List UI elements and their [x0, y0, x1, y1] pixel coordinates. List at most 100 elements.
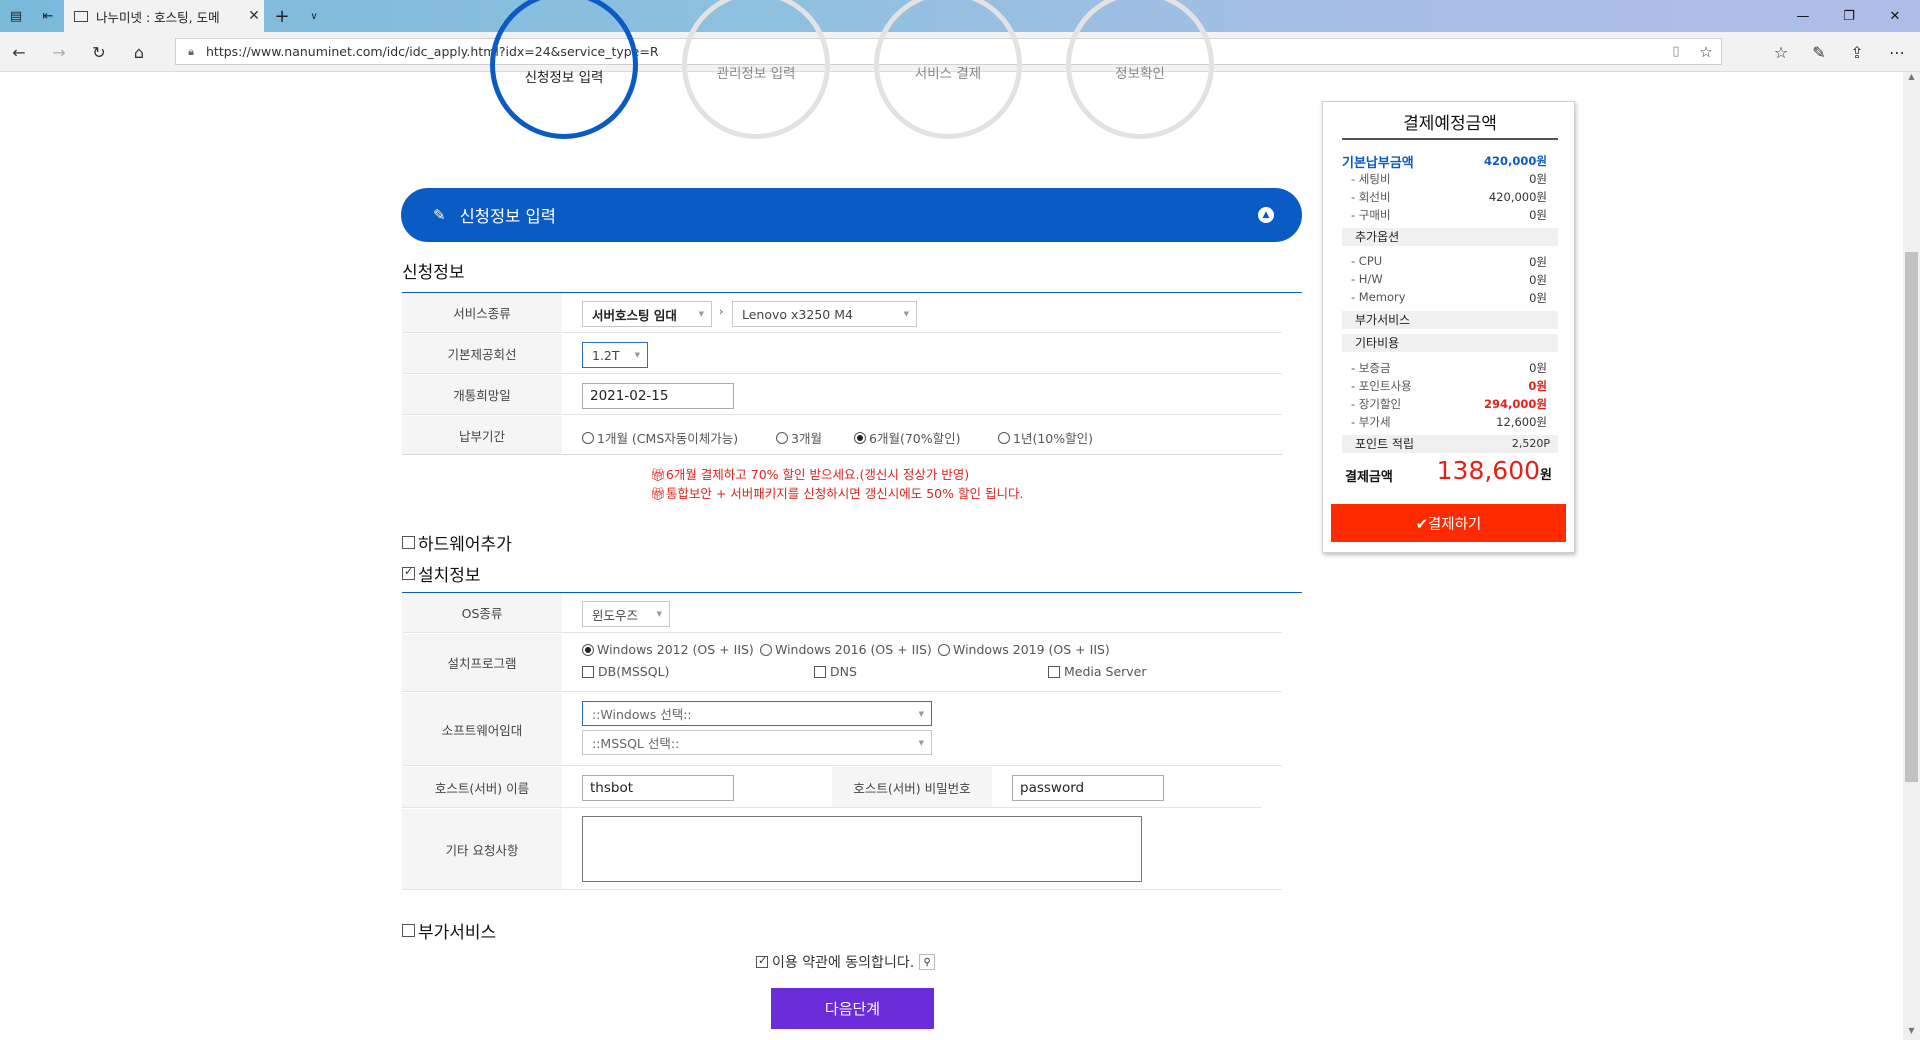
more-icon[interactable]: ⋯	[1886, 42, 1908, 62]
browser-tab[interactable]: 나누미넷 : 호스팅, 도메 ✕	[64, 0, 264, 32]
vat-label: - 부가세	[1351, 415, 1391, 429]
points-value: 2,520P	[1511, 437, 1550, 450]
software-rent-row: 소프트웨어임대 ::Windows 선택:: ▼ ::MSSQL 선택:: ▼	[402, 693, 1282, 766]
reading-view-icon[interactable]: ▯	[1661, 44, 1691, 59]
host-password-label: 호스트(서버) 비밀번호	[832, 767, 992, 807]
purchase-fee-value: 0원	[1529, 208, 1547, 222]
step-4-label: 정보확인	[1115, 66, 1165, 82]
open-date-input[interactable]: 2021-02-15	[582, 383, 734, 409]
addon-service-checkbox[interactable]: 부가서비스	[402, 918, 496, 943]
tab-manager-icon[interactable]: ▤	[6, 6, 26, 26]
chevron-down-icon: ▼	[918, 739, 924, 747]
service-category-select[interactable]: 서버호스팅 임대 ▼	[582, 301, 712, 327]
request-textarea[interactable]	[582, 816, 1142, 882]
memory-label: - Memory	[1351, 290, 1406, 304]
mssql-checkbox[interactable]: DB(MSSQL)	[582, 664, 669, 679]
service-category-value: 서버호스팅 임대	[592, 307, 677, 323]
period-1m-radio[interactable]: 1개월 (CMS자동이체가능)	[582, 428, 738, 447]
service-type-label: 서비스종류	[402, 293, 562, 332]
apply-info-heading: 신청정보	[402, 263, 465, 283]
period-6m-radio[interactable]: 6개월(70%할인)	[854, 428, 961, 447]
next-step-button[interactable]: 다음단계	[771, 988, 934, 1029]
scroll-up-icon[interactable]: ▲	[1903, 72, 1920, 86]
step-1: 신청정보 입력	[490, 0, 638, 139]
service-type-row: 서비스종류 서버호스팅 임대 ▼ › Lenovo x3250 M4 ▼	[402, 293, 1282, 333]
share-icon[interactable]: ⇪	[1846, 42, 1868, 62]
minimize-icon[interactable]: —	[1780, 0, 1826, 32]
mssql-license-select[interactable]: ::MSSQL 선택:: ▼	[582, 730, 932, 755]
page-scrollbar[interactable]: ▲ ▼	[1903, 72, 1920, 1040]
checkbox-icon	[582, 665, 594, 678]
collapse-chevron-icon[interactable]: ▲	[1258, 207, 1274, 223]
point-use-value: 0원	[1528, 379, 1547, 393]
win2016-radio[interactable]: Windows 2016 (OS + IIS)	[760, 642, 932, 657]
period-3m-label: 3개월	[791, 431, 822, 446]
host-password-input[interactable]: password	[1012, 775, 1164, 801]
refresh-icon[interactable]: ↻	[88, 42, 110, 62]
scroll-thumb[interactable]	[1905, 252, 1918, 782]
server-model-value: Lenovo x3250 M4	[742, 306, 853, 322]
checkbox-icon	[402, 924, 415, 937]
total-amount-value: 138,600	[1436, 456, 1541, 485]
chevron-down-icon: ▼	[698, 310, 704, 318]
windows-license-select[interactable]: ::Windows 선택:: ▼	[582, 701, 932, 726]
open-date-label: 개통희망일	[402, 375, 562, 414]
magnifier-icon[interactable]: ⚲	[919, 954, 936, 970]
hw-value: 0원	[1529, 273, 1547, 287]
favorites-icon[interactable]: ☆	[1770, 42, 1792, 62]
home-icon[interactable]: ⌂	[128, 42, 150, 62]
pay-button[interactable]: ✔결제하기	[1331, 504, 1566, 542]
close-window-icon[interactable]: ✕	[1872, 0, 1918, 32]
points-label: 포인트 적립	[1355, 437, 1415, 451]
period-3m-radio[interactable]: 3개월	[776, 428, 822, 447]
back-icon[interactable]: ←	[8, 42, 30, 62]
restore-icon[interactable]: ❐	[1826, 0, 1872, 32]
deposit-value: 0원	[1529, 361, 1547, 375]
summary-title: 결제예정금액	[1342, 110, 1558, 140]
os-select[interactable]: 윈도우즈 ▼	[582, 601, 670, 627]
scroll-down-icon[interactable]: ▼	[1903, 1026, 1920, 1040]
radio-icon	[776, 431, 788, 444]
total-label: 결제금액	[1345, 470, 1393, 485]
addon-service-label: 부가서비스	[418, 923, 497, 943]
host-row: 호스트(서버) 이름 thsbot 호스트(서버) 비밀번호 password	[402, 767, 1262, 808]
favorite-star-icon[interactable]: ☆	[1691, 43, 1721, 61]
install-info-checkbox[interactable]: 설치정보	[402, 561, 481, 586]
total-amount-unit: 원	[1540, 468, 1552, 483]
dns-checkbox[interactable]: DNS	[814, 664, 857, 679]
mssql-license-value: ::MSSQL 선택::	[592, 736, 680, 751]
vat-value: 12,600원	[1496, 415, 1547, 429]
win2019-label: Windows 2019 (OS + IIS)	[953, 642, 1110, 657]
basic-amount-value: 420,000원	[1484, 154, 1547, 168]
set-aside-tabs-icon[interactable]: ⇤	[38, 6, 58, 26]
new-tab-icon[interactable]: +	[272, 6, 292, 27]
section-title: 신청정보 입력	[459, 207, 556, 226]
step-3: 서비스 결제	[874, 0, 1022, 139]
hardware-add-checkbox[interactable]: 하드웨어추가	[402, 530, 512, 555]
install-info-label: 설치정보	[418, 566, 481, 586]
point-use-label: - 포인트사용	[1351, 379, 1412, 393]
win2012-radio[interactable]: Windows 2012 (OS + IIS)	[582, 642, 754, 657]
host-name-input[interactable]: thsbot	[582, 775, 734, 801]
period-1y-radio[interactable]: 1년(10%할인)	[998, 428, 1093, 447]
pen-icon[interactable]: ✎	[1808, 42, 1830, 62]
line-select[interactable]: 1.2T ▼	[582, 342, 648, 368]
tab-list-chevron-icon[interactable]: ∨	[304, 6, 324, 26]
lock-icon: 🔒︎	[188, 44, 194, 58]
terms-agree[interactable]: 이용 약관에 동의합니다. ⚲	[756, 952, 936, 972]
request-label: 기타 요청사항	[402, 809, 562, 889]
windows-license-value: ::Windows 선택::	[592, 707, 692, 722]
forward-icon[interactable]: →	[48, 42, 70, 62]
dns-label: DNS	[830, 664, 857, 679]
long-term-discount-value: 294,000원	[1484, 397, 1547, 411]
period-1m-label: 1개월 (CMS자동이체가능)	[597, 431, 739, 446]
terms-agree-label: 이용 약관에 동의합니다.	[772, 955, 915, 971]
gift-icon: 🎁︎	[650, 467, 666, 482]
media-server-checkbox[interactable]: Media Server	[1048, 664, 1147, 679]
line-fee-value: 420,000원	[1488, 190, 1547, 204]
server-model-select[interactable]: Lenovo x3250 M4 ▼	[732, 301, 917, 327]
section-header-bar[interactable]: ✎ 신청정보 입력 ▲	[401, 188, 1302, 242]
win2019-radio[interactable]: Windows 2019 (OS + IIS)	[938, 642, 1110, 657]
os-value: 윈도우즈	[592, 607, 639, 623]
close-tab-icon[interactable]: ✕	[244, 8, 264, 24]
